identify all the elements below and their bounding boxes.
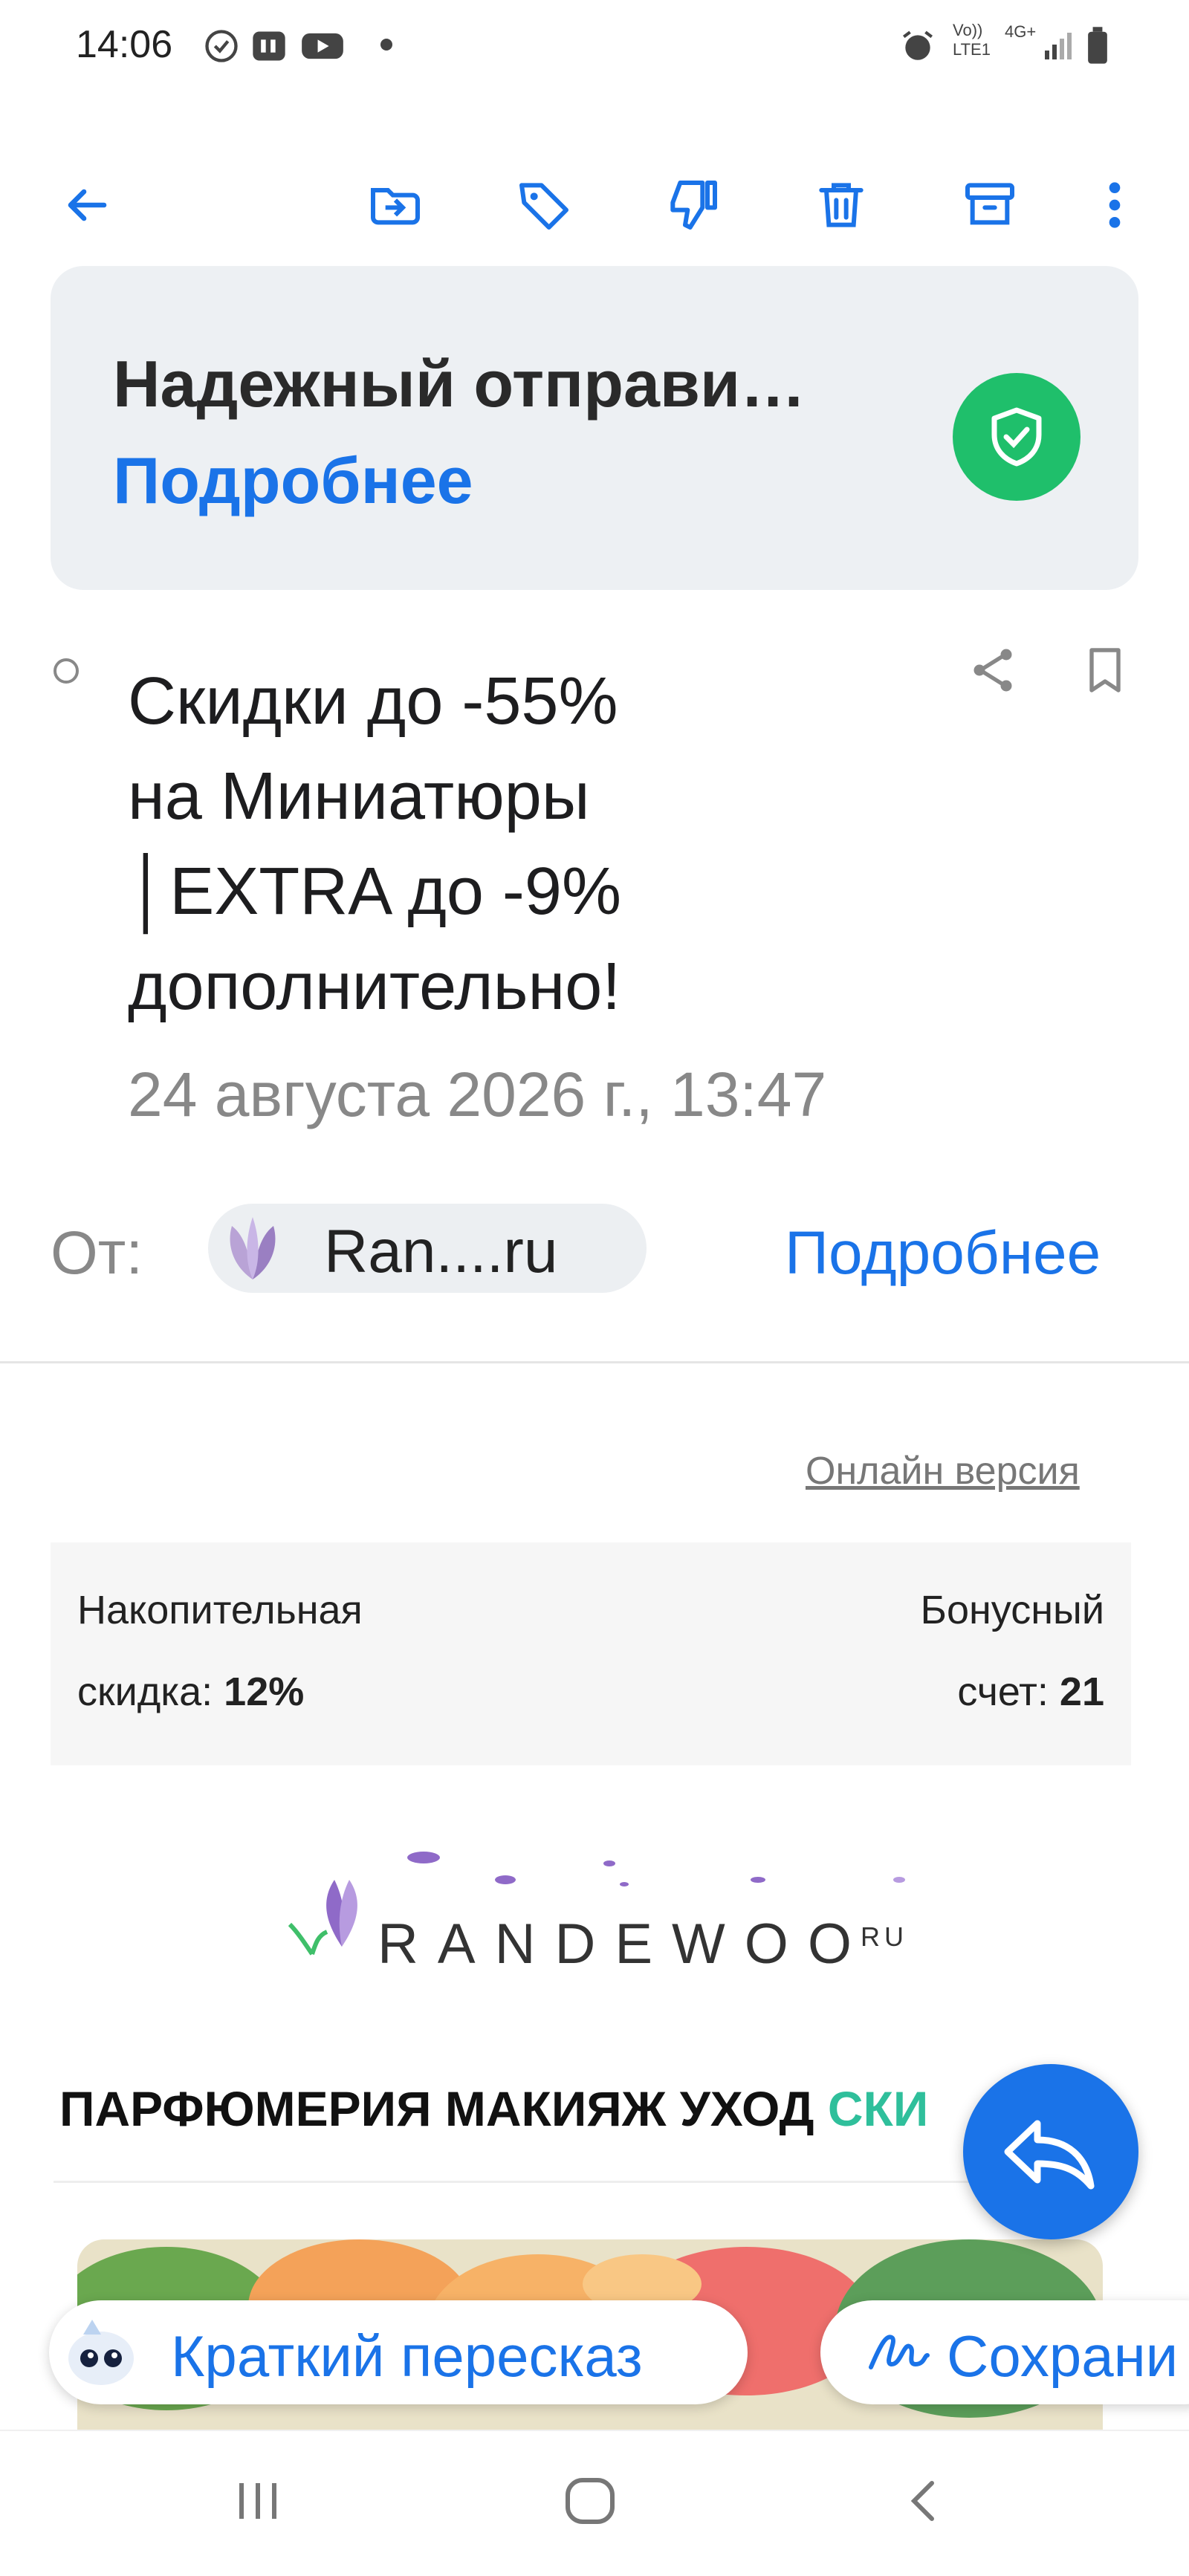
notification-dot [380,39,392,51]
recent-apps-icon[interactable] [230,2477,287,2525]
assistant-bot-icon [59,2308,149,2397]
bonus-row: счет: 21 [957,1669,1104,1715]
nav-perfume-link[interactable]: ПАРФЮМЕРИЯ [59,2081,432,2136]
subject-line-1: Скидки до -55% [128,664,618,739]
lte-text: LTE1 [953,40,991,59]
header-divider [0,1361,1189,1363]
banner-details-link[interactable]: Подробнее [113,443,473,519]
alarm-icon [899,27,936,65]
bonus-label-2: счет: [957,1670,1049,1714]
category-nav: ПАРФЮМЕРИЯ МАКИЯЖ УХОД СКИ [59,2080,928,2137]
move-to-folder-icon[interactable] [366,175,425,235]
save-label: Сохрани [947,2323,1179,2389]
loyalty-info-box: Накопительная скидка: 12% Бонусный счет:… [51,1542,1131,1765]
sender-chip[interactable]: Ran....ru [208,1204,647,1293]
sender-name: Ran....ru [324,1218,558,1285]
verified-shield-icon [953,373,1081,501]
signal-icon [1043,27,1076,62]
check-circle-icon [202,27,241,65]
back-arrow-icon[interactable] [59,178,113,232]
subject-line-4: дополнительно! [128,950,621,1024]
reply-button[interactable] [963,2064,1138,2239]
app-notification-icon [250,27,288,65]
discount-label: Накопительная [77,1588,363,1632]
subject-line-2: на Миниатюры [128,759,590,834]
tag-icon[interactable] [514,175,574,235]
volte-indicator: Vo)) LTE1 [953,21,991,59]
home-icon[interactable] [562,2474,618,2528]
youtube-icon [300,27,345,65]
from-label: От: [51,1219,143,1287]
email-date: 24 августа 2026 г., 13:47 [128,1060,827,1129]
online-version-link[interactable]: Онлайн версия [806,1449,1080,1493]
randewoo-logo-text: RANDEWOO [378,1912,871,1976]
bonus-value: 21 [1059,1670,1104,1714]
network-gen: 4G+ [1005,22,1037,41]
nav-sale-link[interactable]: СКИ [828,2081,928,2136]
signature-icon [865,2326,932,2379]
save-chip[interactable]: Сохрани [820,2300,1189,2404]
email-subject: Скидки до -55% на Миниатюры │EXTRA до -9… [128,654,945,1034]
share-icon[interactable] [966,643,1020,697]
volte-text: Vo)) [953,21,983,39]
nav-makeup-link[interactable]: МАКИЯЖ [445,2081,666,2136]
system-navigation-bar [0,2430,1189,2576]
more-vertical-icon[interactable] [1095,175,1134,235]
subject-line-3: │EXTRA до -9% [128,854,621,929]
randewoo-logo-suffix: RU [861,1921,908,1952]
bookmark-icon[interactable] [1081,643,1130,697]
trusted-sender-banner[interactable]: Надежный отправи… Подробнее [51,266,1138,590]
summary-chip[interactable]: Краткий пересказ [49,2300,748,2404]
sender-avatar-icon [208,1208,297,1288]
bonus-label: Бонусный [920,1588,1104,1632]
discount-value: 12% [224,1670,305,1714]
archive-icon[interactable] [960,175,1020,235]
summary-label: Краткий пересказ [171,2323,643,2389]
nav-back-icon[interactable] [899,2477,947,2525]
discount-row: скидка: 12% [77,1669,304,1715]
battery-icon [1086,27,1109,65]
banner-title: Надежный отправи… [113,347,806,421]
status-time: 14:06 [76,23,173,66]
delete-icon[interactable] [811,175,871,235]
nav-care-link[interactable]: УХОД [680,2081,814,2136]
not-spam-icon[interactable] [663,175,722,235]
read-status-indicator[interactable] [54,658,79,684]
sender-details-link[interactable]: Подробнее [785,1219,1101,1288]
discount-label-2: скидка: [77,1670,213,1714]
